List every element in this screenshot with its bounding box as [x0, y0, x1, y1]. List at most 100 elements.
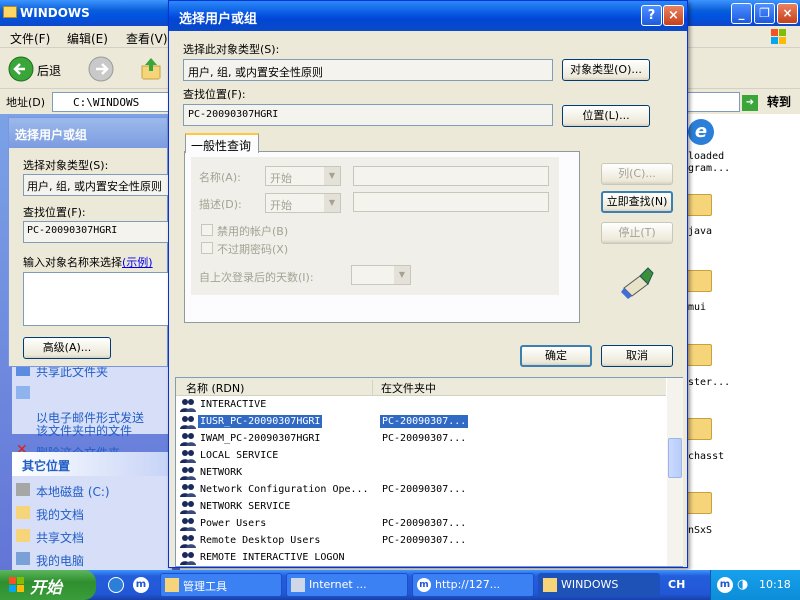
- place-my-computer[interactable]: 我的电脑: [12, 549, 172, 572]
- minimize-button[interactable]: _: [731, 3, 752, 24]
- taskbar-button-internet[interactable]: Internet ...: [286, 573, 408, 597]
- close-button[interactable]: ×: [777, 3, 798, 24]
- place-my-documents[interactable]: 我的文档: [12, 503, 172, 526]
- maxthon-quicklaunch-icon[interactable]: m: [133, 577, 149, 593]
- user-group-icon: [180, 399, 196, 412]
- search-results-list[interactable]: 名称 (RDN) 在文件夹中 INTERACTIVE IUSR_PC-200903…: [175, 377, 683, 567]
- columns-button[interactable]: 列(C)...: [601, 163, 673, 185]
- speaker-icon[interactable]: ◑: [737, 577, 753, 593]
- result-folder: [380, 466, 384, 468]
- go-button[interactable]: 转到: [767, 93, 791, 110]
- dialog-title[interactable]: 选择用户或组: [169, 1, 687, 31]
- user-group-icon: [180, 484, 196, 497]
- menu-file[interactable]: 文件(F): [10, 30, 50, 47]
- file-name[interactable]: nSxS: [688, 525, 712, 536]
- table-row[interactable]: Remote Desktop Users PC-20090307...: [176, 533, 666, 550]
- column-header-name[interactable]: 名称 (RDN): [186, 380, 244, 396]
- folder-icon: [165, 578, 179, 592]
- ok-button[interactable]: 确定: [520, 345, 592, 367]
- table-row[interactable]: NETWORK SERVICE: [176, 499, 666, 516]
- forward-arrow-icon[interactable]: [88, 56, 114, 82]
- result-name: IUSR_PC-20090307HGRI: [198, 415, 323, 428]
- file-name[interactable]: ster...: [688, 377, 730, 388]
- result-folder: PC-20090307...: [382, 518, 467, 529]
- address-label: 地址(D): [6, 96, 46, 109]
- object-names-textarea[interactable]: [23, 272, 173, 326]
- tab-common-queries[interactable]: 一般性查询: [185, 133, 259, 153]
- disabled-accounts-checkbox[interactable]: [201, 224, 213, 236]
- go-arrow-icon[interactable]: ➜: [742, 95, 758, 111]
- folder-icon[interactable]: [686, 270, 712, 292]
- no-expire-password-label: 不过期密码(X): [217, 243, 289, 256]
- clock[interactable]: 10:18: [759, 578, 791, 591]
- days-since-logon-select[interactable]: ▼: [351, 265, 411, 285]
- description-input[interactable]: [353, 192, 549, 212]
- user-group-icon: [180, 518, 196, 531]
- stop-button[interactable]: 停止(T): [601, 222, 673, 244]
- locations-button[interactable]: 位置(L)...: [562, 105, 650, 127]
- small-dialog-title[interactable]: 选择用户或组: [9, 118, 167, 148]
- start-button[interactable]: 开始: [0, 570, 96, 600]
- folder-icon[interactable]: [686, 418, 712, 440]
- folder-icon[interactable]: [686, 194, 712, 216]
- up-folder-icon[interactable]: [138, 56, 164, 82]
- folder-icon: [16, 506, 30, 519]
- file-name[interactable]: java: [688, 226, 712, 237]
- table-row[interactable]: INTERACTIVE: [176, 397, 666, 414]
- name-mode-select[interactable]: 开始 ▼: [265, 166, 341, 186]
- result-folder: [380, 398, 384, 400]
- input-language-indicator[interactable]: CH: [668, 578, 685, 591]
- file-name[interactable]: loaded gram...: [688, 151, 730, 175]
- menu-edit[interactable]: 编辑(E): [67, 30, 108, 47]
- table-row[interactable]: NETWORK: [176, 465, 666, 482]
- select-users-dialog: 选择用户或组 ? × 选择此对象类型(S): 用户, 组, 或内置安全性原则 对…: [168, 0, 688, 568]
- find-now-button[interactable]: 立即查找(N): [601, 191, 673, 213]
- taskbar-button-http[interactable]: m http://127...: [412, 573, 534, 597]
- no-expire-password-checkbox[interactable]: [201, 242, 213, 254]
- taskbar-button-admin-tools[interactable]: 管理工具: [160, 573, 282, 597]
- small-object-type-label: 选择对象类型(S):: [23, 159, 109, 172]
- maximize-button[interactable]: ❐: [754, 3, 775, 24]
- table-row[interactable]: Network Configuration Ope... PC-20090307.…: [176, 482, 666, 499]
- maxthon-tray-icon[interactable]: m: [717, 577, 733, 593]
- ie-quicklaunch-icon[interactable]: [108, 577, 124, 593]
- search-flashlight-icon: [621, 267, 654, 299]
- table-row[interactable]: REMOTE INTERACTIVE LOGON: [176, 550, 666, 567]
- scrollbar-thumb[interactable]: [668, 438, 682, 478]
- back-label[interactable]: 后退: [37, 62, 61, 79]
- task-email-files[interactable]: 以电子邮件形式发送 该文件夹中的文件: [12, 383, 172, 441]
- description-label: 描述(D):: [199, 198, 242, 211]
- table-row[interactable]: IUSR_PC-20090307HGRI PC-20090307...: [176, 414, 666, 431]
- folder-icon[interactable]: [686, 492, 712, 514]
- ie-icon[interactable]: e: [688, 119, 714, 145]
- other-places-heading[interactable]: 其它位置: [12, 452, 172, 476]
- user-group-icon: [180, 433, 196, 446]
- folder-icon[interactable]: [686, 344, 712, 366]
- menu-view[interactable]: 查看(V): [126, 30, 168, 47]
- table-row[interactable]: Power Users PC-20090307...: [176, 516, 666, 533]
- back-arrow-icon[interactable]: [8, 56, 34, 82]
- table-row[interactable]: LOCAL SERVICE: [176, 448, 666, 465]
- examples-link[interactable]: (示例): [122, 256, 153, 269]
- cancel-button[interactable]: 取消: [601, 345, 673, 367]
- advanced-button[interactable]: 高级(A)...: [23, 337, 111, 359]
- help-button[interactable]: ?: [641, 5, 662, 26]
- result-name: IWAM_PC-20090307HGRI: [200, 433, 321, 444]
- object-types-button[interactable]: 对象类型(O)...: [562, 59, 650, 81]
- place-local-disk[interactable]: 本地磁盘 (C:): [12, 480, 172, 503]
- name-input[interactable]: [353, 166, 549, 186]
- result-folder: PC-20090307...: [382, 484, 467, 495]
- column-header-folder[interactable]: 在文件夹中: [372, 380, 436, 396]
- description-mode-select[interactable]: 开始 ▼: [265, 193, 341, 213]
- user-group-icon: [180, 416, 196, 429]
- dialog-close-button[interactable]: ×: [663, 5, 684, 26]
- taskbar-button-windows[interactable]: WINDOWS: [538, 573, 660, 597]
- file-name[interactable]: chasst: [688, 451, 724, 462]
- object-type-field: 用户, 组, 或内置安全性原则: [183, 59, 553, 81]
- location-label: 查找位置(F):: [183, 88, 246, 101]
- file-name[interactable]: mui: [688, 302, 706, 313]
- place-shared-documents[interactable]: 共享文档: [12, 526, 172, 549]
- result-folder: [380, 551, 384, 553]
- results-scrollbar[interactable]: [667, 378, 683, 566]
- table-row[interactable]: IWAM_PC-20090307HGRI PC-20090307...: [176, 431, 666, 448]
